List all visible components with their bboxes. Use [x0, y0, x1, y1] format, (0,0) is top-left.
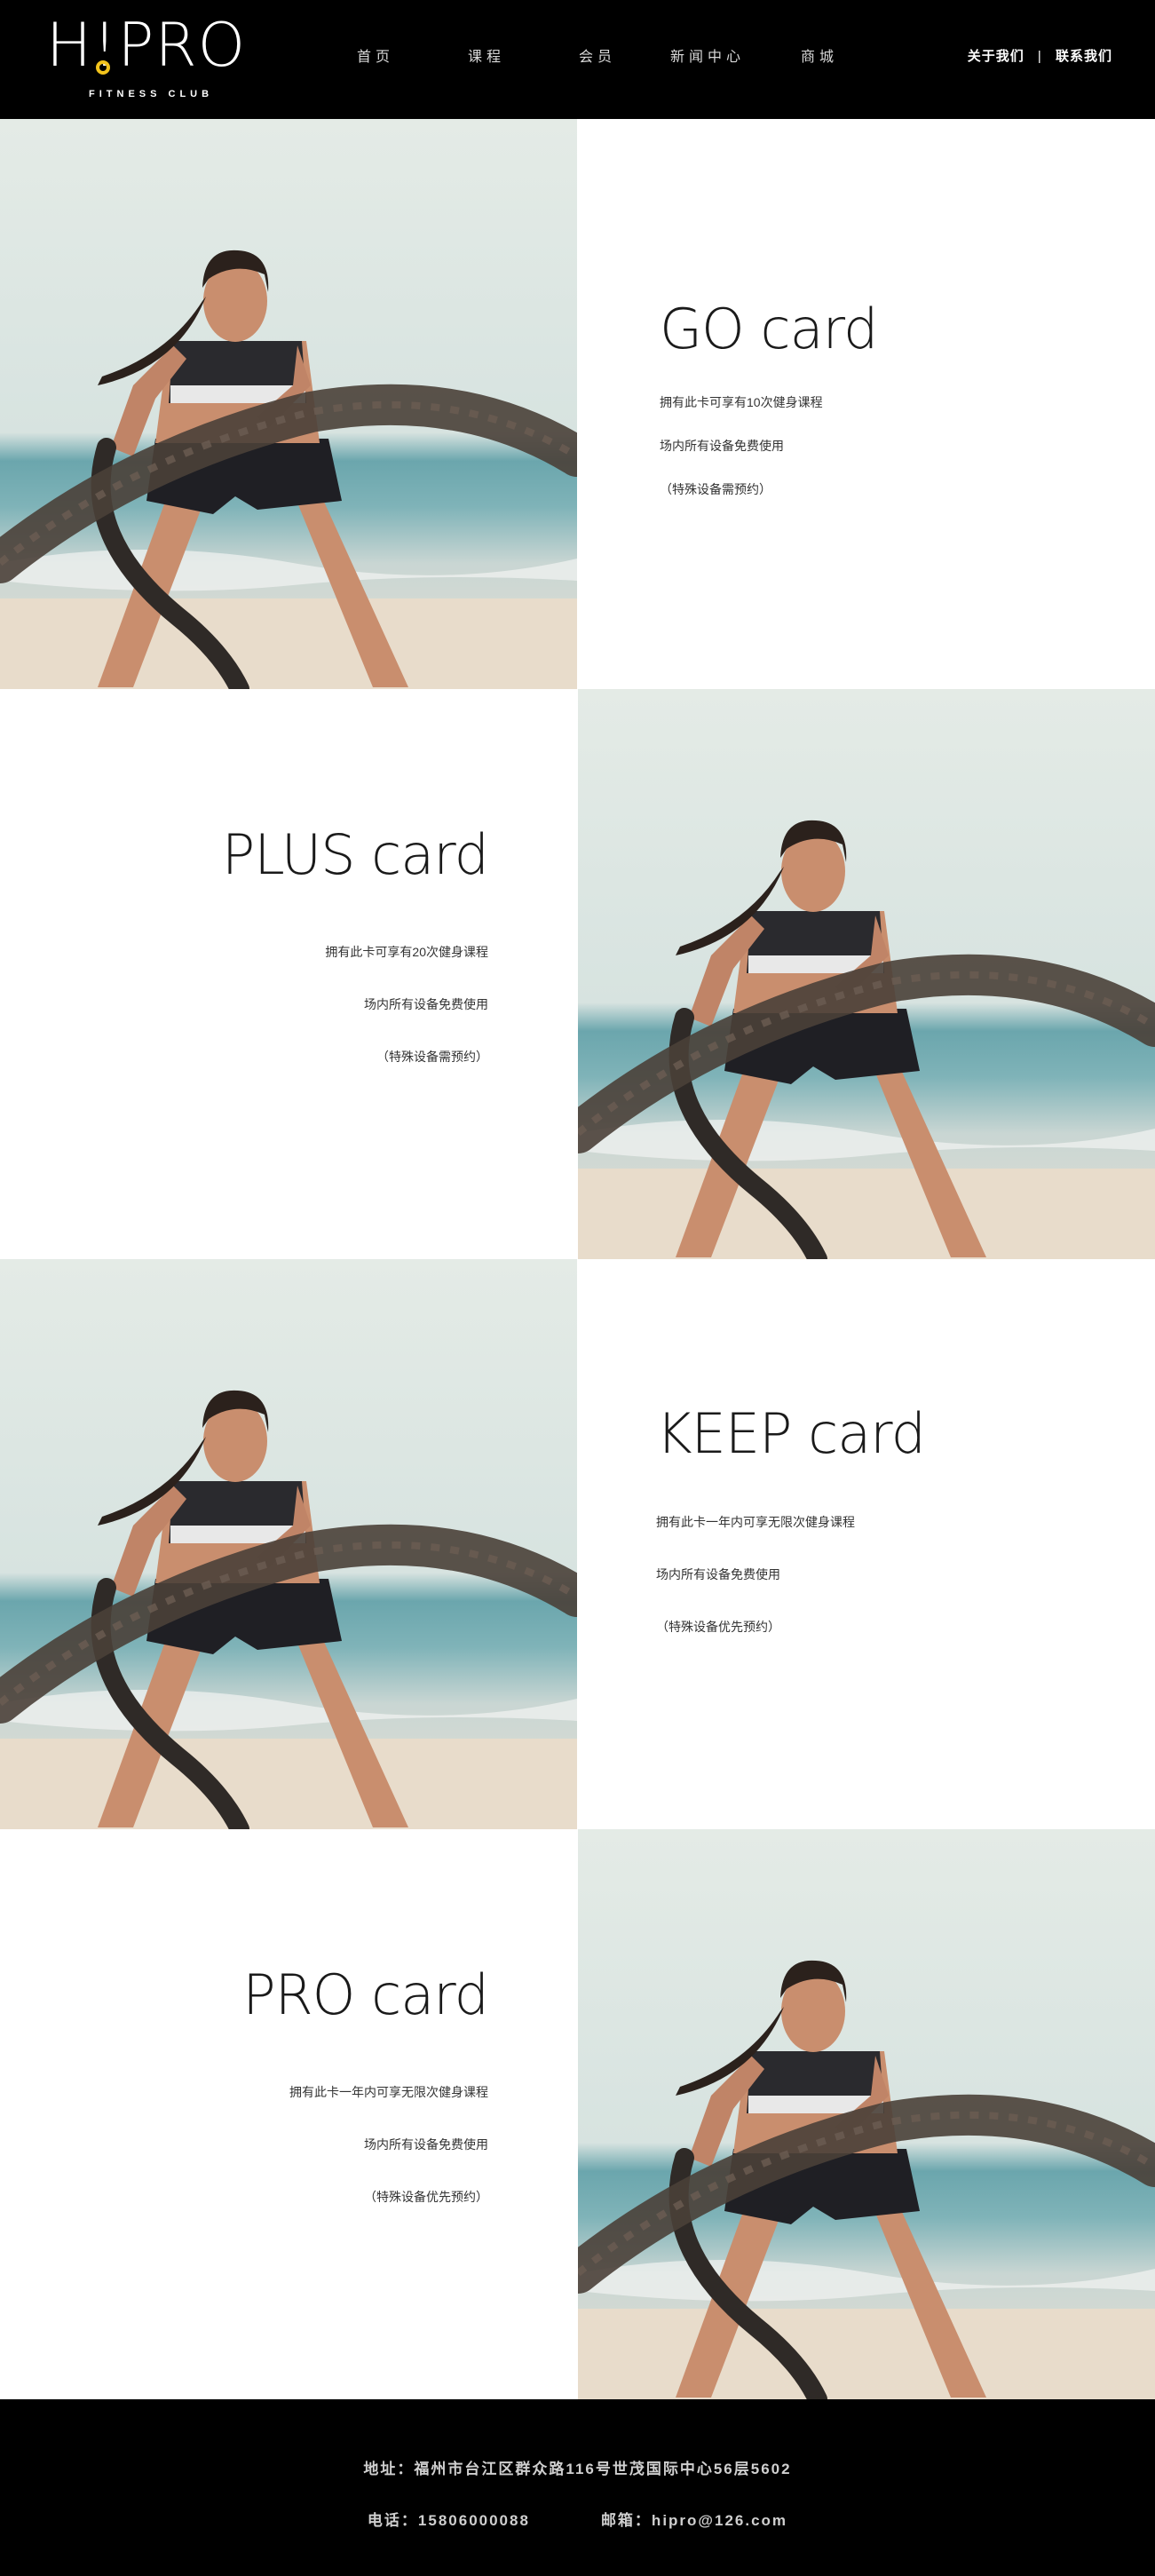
card-line: （特殊设备优先预约）: [364, 2190, 488, 2204]
card-line: （特殊设备需预约）: [376, 1050, 488, 1064]
card-line: 场内所有设备免费使用: [660, 439, 784, 453]
about-link[interactable]: 关于我们: [968, 49, 1024, 64]
footer-phone: 电话：15806000088: [367, 2512, 530, 2529]
card-keep: KEEP card 拥有此卡一年内可享无限次健身课程 场内所有设备免费使用 （特…: [578, 1259, 1155, 1829]
nav-item-courses[interactable]: 课程: [468, 44, 505, 66]
footer-address: 地址：福州市台江区群众路116号世茂国际中心56层5602: [363, 2461, 792, 2477]
card-line: 场内所有设备免费使用: [656, 1567, 780, 1581]
nav-item-news[interactable]: 新闻中心: [670, 44, 745, 66]
site-header: H!PRO FITNESS CLUB 首页 课程 会员 新闻中心 商城 关于我们…: [0, 0, 1155, 119]
logo-subtitle: FITNESS CLUB: [89, 89, 214, 99]
logo-dot-icon: [96, 60, 110, 75]
card-title: PLUS card: [221, 822, 489, 887]
nav-item-shop[interactable]: 商城: [801, 44, 838, 66]
fitness-photo-icon: [0, 119, 577, 689]
card-line: （特殊设备需预约）: [660, 482, 771, 496]
card-line: 拥有此卡一年内可享无限次健身课程: [289, 2085, 488, 2099]
card-row-plus: PLUS card 拥有此卡可享有20次健身课程 场内所有设备免费使用 （特殊设…: [0, 689, 1155, 1259]
card-line: 拥有此卡一年内可享无限次健身课程: [656, 1515, 855, 1529]
link-separator: |: [1037, 49, 1042, 64]
card-line: 场内所有设备免费使用: [364, 2137, 488, 2152]
card-go: GO card 拥有此卡可享有10次健身课程 场内所有设备免费使用 （特殊设备需…: [578, 119, 1155, 689]
footer-contact: 电话：15806000088 邮箱：hipro@126.com: [0, 2508, 1155, 2530]
card-title: GO card: [660, 297, 878, 361]
card-line: 拥有此卡可享有20次健身课程: [325, 945, 488, 959]
card-line: 拥有此卡可享有10次健身课程: [660, 395, 823, 409]
card-title: PRO card: [242, 1962, 489, 2027]
card-row-go: GO card 拥有此卡可享有10次健身课程 场内所有设备免费使用 （特殊设备需…: [0, 119, 1155, 689]
nav-item-membership[interactable]: 会员: [579, 44, 616, 66]
card-line: 场内所有设备免费使用: [364, 997, 488, 1011]
fitness-photo-icon: [578, 689, 1155, 1259]
nav-item-home[interactable]: 首页: [357, 44, 394, 66]
card-row-pro: PRO card 拥有此卡一年内可享无限次健身课程 场内所有设备免费使用 （特殊…: [0, 1829, 1155, 2399]
card-line: （特殊设备优先预约）: [656, 1620, 780, 1634]
logo-text: H!PRO: [46, 11, 247, 81]
contact-link[interactable]: 联系我们: [1056, 49, 1112, 64]
card-title: KEEP card: [656, 1401, 926, 1466]
card-pro: PRO card 拥有此卡一年内可享无限次健身课程 场内所有设备免费使用 （特殊…: [0, 1829, 577, 2399]
site-footer: 地址：福州市台江区群众路116号世茂国际中心56层5602 电话：1580600…: [0, 2399, 1155, 2576]
footer-email[interactable]: 邮箱：hipro@126.com: [601, 2512, 787, 2529]
header-links: 关于我们 | 联系我们: [968, 46, 1112, 65]
card-row-keep: KEEP card 拥有此卡一年内可享无限次健身课程 场内所有设备免费使用 （特…: [0, 1259, 1155, 1829]
logo[interactable]: H!PRO FITNESS CLUB: [46, 14, 275, 103]
fitness-photo-icon: [578, 1829, 1155, 2399]
card-plus: PLUS card 拥有此卡可享有20次健身课程 场内所有设备免费使用 （特殊设…: [0, 689, 577, 1259]
fitness-photo-icon: [0, 1259, 577, 1829]
